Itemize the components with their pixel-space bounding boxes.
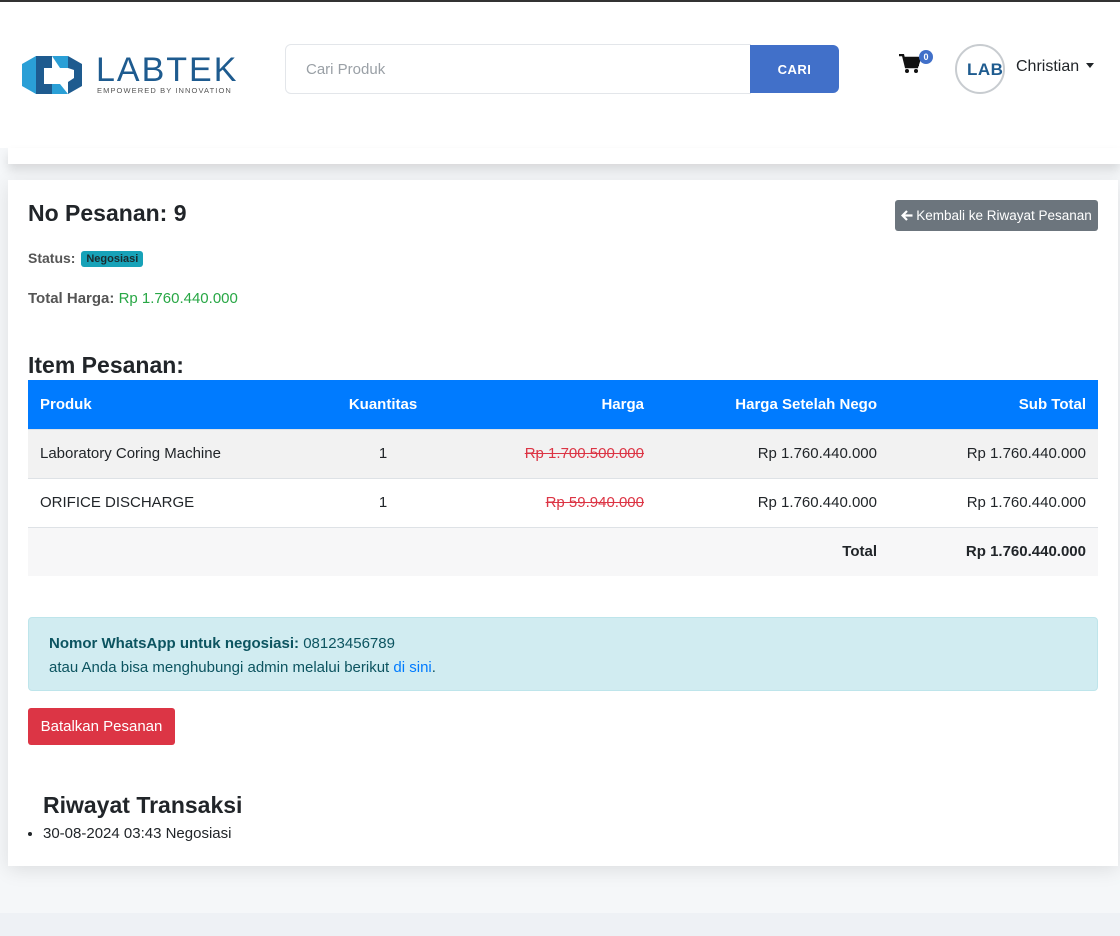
contact-admin-link[interactable]: di sini <box>393 659 431 676</box>
cart-icon <box>899 53 922 73</box>
order-number-label: No Pesanan: <box>28 200 168 226</box>
column-header-product: Produk <box>28 380 328 429</box>
arrow-left-icon <box>901 210 913 221</box>
brand-name: LABTEK <box>96 51 239 89</box>
total-price-label: Total Harga: <box>28 290 115 307</box>
negotiated-price: Rp 1.760.440.000 <box>656 477 889 527</box>
contact-admin-text: atau Anda bisa menghubungi admin melalui… <box>49 659 390 676</box>
column-header-quantity: Kuantitas <box>328 380 438 429</box>
order-status: Status: Negosiasi <box>28 250 144 267</box>
total-price-value: Rp 1.760.440.000 <box>118 290 238 307</box>
table-total-value: Rp 1.760.440.000 <box>889 526 1098 576</box>
subtotal: Rp 1.760.440.000 <box>889 428 1098 478</box>
quantity: 1 <box>328 428 438 478</box>
column-header-subtotal: Sub Total <box>889 380 1098 429</box>
column-header-price: Harga <box>438 380 656 429</box>
status-label: Status: <box>28 250 76 266</box>
footer-band <box>0 913 1120 936</box>
search-input[interactable] <box>285 44 751 94</box>
table-header-row: Produk Kuantitas Harga Harga Setelah Neg… <box>28 380 1098 429</box>
cart-count-badge: 0 <box>919 50 933 64</box>
brand-logo[interactable]: LABTEK EMPOWERED BY INNOVATION <box>22 52 236 98</box>
whatsapp-label: Nomor WhatsApp untuk negosiasi: <box>49 635 300 652</box>
search-button[interactable]: CARI <box>750 45 839 93</box>
contact-admin-end: . <box>431 659 436 676</box>
column-header-nego-price: Harga Setelah Nego <box>656 380 889 429</box>
order-detail-card: No Pesanan: 9 Kembali ke Riwayat Pesanan… <box>8 180 1118 866</box>
order-total: Total Harga: Rp 1.760.440.000 <box>28 290 238 307</box>
product-name: Laboratory Coring Machine <box>28 428 328 478</box>
navbar: LABTEK EMPOWERED BY INNOVATION CARI 0 LA… <box>0 2 1120 148</box>
caret-down-icon <box>1086 63 1095 68</box>
list-item: 30-08-2024 03:43 Negosiasi <box>43 825 231 842</box>
back-to-history-button[interactable]: Kembali ke Riwayat Pesanan <box>895 200 1098 231</box>
labtek-logo-icon <box>22 56 82 94</box>
order-number-heading: No Pesanan: 9 <box>28 200 187 227</box>
cart-button[interactable]: 0 <box>899 50 935 84</box>
navbar-shadow-strip <box>8 148 1120 164</box>
items-heading: Item Pesanan: <box>28 352 184 378</box>
subtotal: Rp 1.760.440.000 <box>889 477 1098 527</box>
cancel-order-button[interactable]: Batalkan Pesanan <box>28 708 175 745</box>
whatsapp-number: 08123456789 <box>303 635 395 652</box>
table-row: ORIFICE DISCHARGE 1 Rp 59.940.000 Rp 1.7… <box>28 477 1098 527</box>
quantity: 1 <box>328 477 438 527</box>
back-button-label: Kembali ke Riwayat Pesanan <box>916 208 1092 223</box>
table-row: Laboratory Coring Machine 1 Rp 1.700.500… <box>28 428 1098 478</box>
avatar[interactable]: LABT <box>955 44 1005 94</box>
order-items-table: Produk Kuantitas Harga Harga Setelah Neg… <box>28 380 1098 576</box>
status-badge: Negosiasi <box>81 251 144 267</box>
negotiation-info-alert: Nomor WhatsApp untuk negosiasi: 08123456… <box>28 617 1098 691</box>
product-name: ORIFICE DISCHARGE <box>28 477 328 527</box>
brand-tagline: EMPOWERED BY INNOVATION <box>97 86 232 95</box>
avatar-logo-text: LABT <box>967 60 1004 79</box>
transaction-history-list: 30-08-2024 03:43 Negosiasi <box>43 825 231 842</box>
transaction-history-heading: Riwayat Transaksi <box>43 792 243 818</box>
order-number-value: 9 <box>173 200 187 226</box>
user-menu-dropdown[interactable]: Christian <box>1016 58 1095 76</box>
table-total-row: Total Rp 1.760.440.000 <box>28 526 1098 576</box>
original-price: Rp 59.940.000 <box>545 494 644 511</box>
user-name: Christian <box>1016 58 1080 75</box>
original-price: Rp 1.700.500.000 <box>524 445 644 462</box>
negotiated-price: Rp 1.760.440.000 <box>656 428 889 478</box>
table-total-label: Total <box>656 526 889 576</box>
